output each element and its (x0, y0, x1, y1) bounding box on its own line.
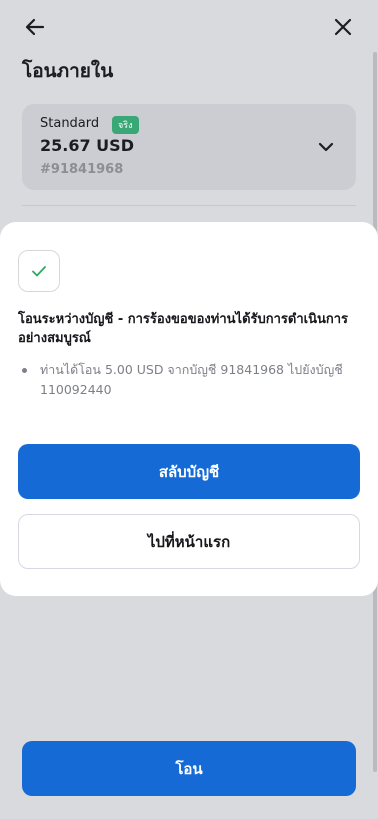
close-button[interactable] (328, 12, 358, 42)
top-bar (0, 0, 378, 52)
divider (22, 205, 356, 206)
close-icon (334, 18, 352, 36)
account-type: Standard (40, 116, 100, 131)
modal-title: โอนระหว่างบัญชี - การร้องขอของท่านได้รับ… (18, 312, 349, 346)
account-number: #91841968 (40, 162, 124, 177)
check-icon (32, 266, 46, 277)
account-badge: จริง (112, 116, 139, 134)
transfer-button[interactable]: โอน (22, 741, 356, 796)
page-title: โอนภายใน (22, 60, 114, 82)
account-balance: 25.67 USD (40, 136, 134, 155)
account-selector[interactable]: Standard จริง 25.67 USD #91841968 (22, 104, 356, 190)
back-button[interactable] (20, 12, 50, 42)
success-badge (18, 250, 60, 292)
success-modal: โอนระหว่างบัญชี - การร้องขอของท่านได้รับ… (0, 222, 378, 596)
go-home-button[interactable]: ไปที่หน้าแรก (18, 514, 360, 569)
chevron-down-icon (318, 142, 334, 152)
switch-account-button[interactable]: สลับบัญชี (18, 444, 360, 499)
bullet-dot (22, 368, 27, 373)
arrow-left-icon (25, 18, 45, 36)
transfer-detail: ท่านได้โอน 5.00 USD จากบัญชี 91841968 ไป… (40, 362, 343, 397)
